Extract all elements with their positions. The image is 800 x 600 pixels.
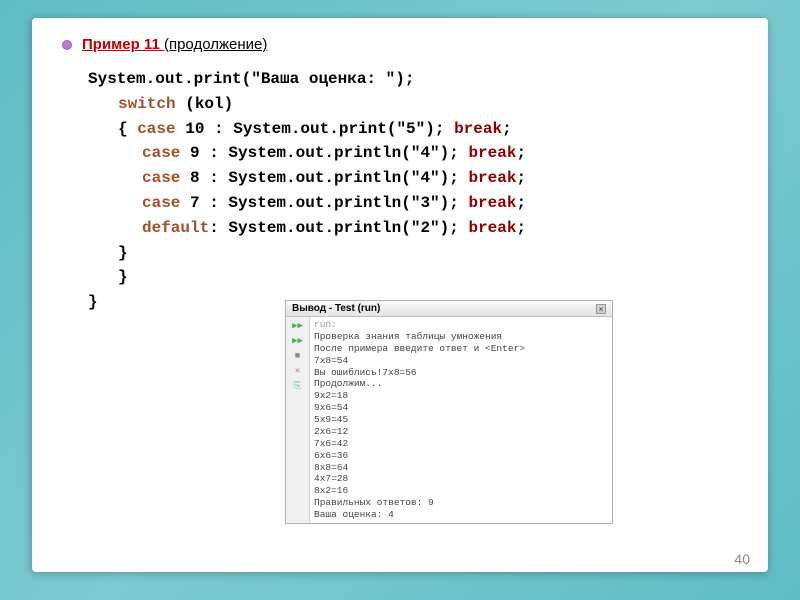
out-line: Проверка знания таблицы умножения	[314, 331, 608, 343]
out-line: 4x7=28	[314, 473, 608, 485]
title-red: Пример 11	[82, 36, 164, 53]
code-line-7: default: System.out.println("2"); break;	[142, 216, 748, 241]
panel-header: Вывод - Test (run) ×	[286, 301, 612, 317]
close-icon[interactable]: ×	[596, 304, 606, 314]
title-rest: (продолжение)	[164, 36, 267, 53]
code-line-3: { case 10 : System.out.print("5"); break…	[118, 117, 748, 142]
panel-title: Вывод - Test (run)	[292, 303, 380, 314]
panel-output: run: Проверка знания таблицы умножения П…	[310, 317, 612, 523]
out-line: 2x6=12	[314, 426, 608, 438]
error-icon[interactable]: ✕	[290, 364, 305, 378]
out-line: 9x6=54	[314, 402, 608, 414]
code-line-5: case 8 : System.out.println("4"); break;	[142, 166, 748, 191]
out-line: 8x2=16	[314, 485, 608, 497]
code-line-2: switch (kol)	[118, 92, 748, 117]
code-line-1: System.out.print("Ваша оценка: ");	[88, 67, 748, 92]
panel-gutter: ▶▶ ▶▶ ■ ✕ ⎘	[286, 317, 310, 523]
panel-body: ▶▶ ▶▶ ■ ✕ ⎘ run: Проверка знания таблицы…	[286, 317, 612, 523]
slide-title: Пример 11 (продолжение)	[82, 36, 267, 53]
misc-icon[interactable]: ⎘	[290, 379, 305, 393]
code-line-4: case 9 : System.out.println("4"); break;	[142, 141, 748, 166]
out-line: После примера введите ответ и <Enter>	[314, 343, 608, 355]
page-number: 40	[734, 551, 750, 567]
out-line: 9x2=18	[314, 390, 608, 402]
run-label: run:	[314, 319, 608, 331]
bullet-icon	[62, 40, 72, 50]
code-line-8: }	[118, 241, 748, 266]
out-line: 7x8=54	[314, 355, 608, 367]
out-line: 6x6=36	[314, 450, 608, 462]
code-line-6: case 7 : System.out.println("3"); break;	[142, 191, 748, 216]
title-row: Пример 11 (продолжение)	[62, 36, 748, 53]
code-block: System.out.print("Ваша оценка: "); switc…	[88, 67, 748, 315]
out-line: Правильных ответов: 9	[314, 497, 608, 509]
run-icon[interactable]: ▶▶	[290, 319, 305, 333]
rerun-icon[interactable]: ▶▶	[290, 334, 305, 348]
out-line: 5x9=45	[314, 414, 608, 426]
output-panel: Вывод - Test (run) × ▶▶ ▶▶ ■ ✕ ⎘ run: Пр…	[285, 300, 613, 524]
code-line-9: }	[118, 265, 748, 290]
out-line: Вы ошиблись!7x8=56	[314, 367, 608, 379]
out-line: Ваша оценка: 4	[314, 509, 608, 521]
out-line: 8x8=64	[314, 462, 608, 474]
stop-icon[interactable]: ■	[290, 349, 305, 363]
slide: Пример 11 (продолжение) System.out.print…	[32, 18, 768, 572]
out-line: Продолжим...	[314, 378, 608, 390]
out-line: 7x6=42	[314, 438, 608, 450]
